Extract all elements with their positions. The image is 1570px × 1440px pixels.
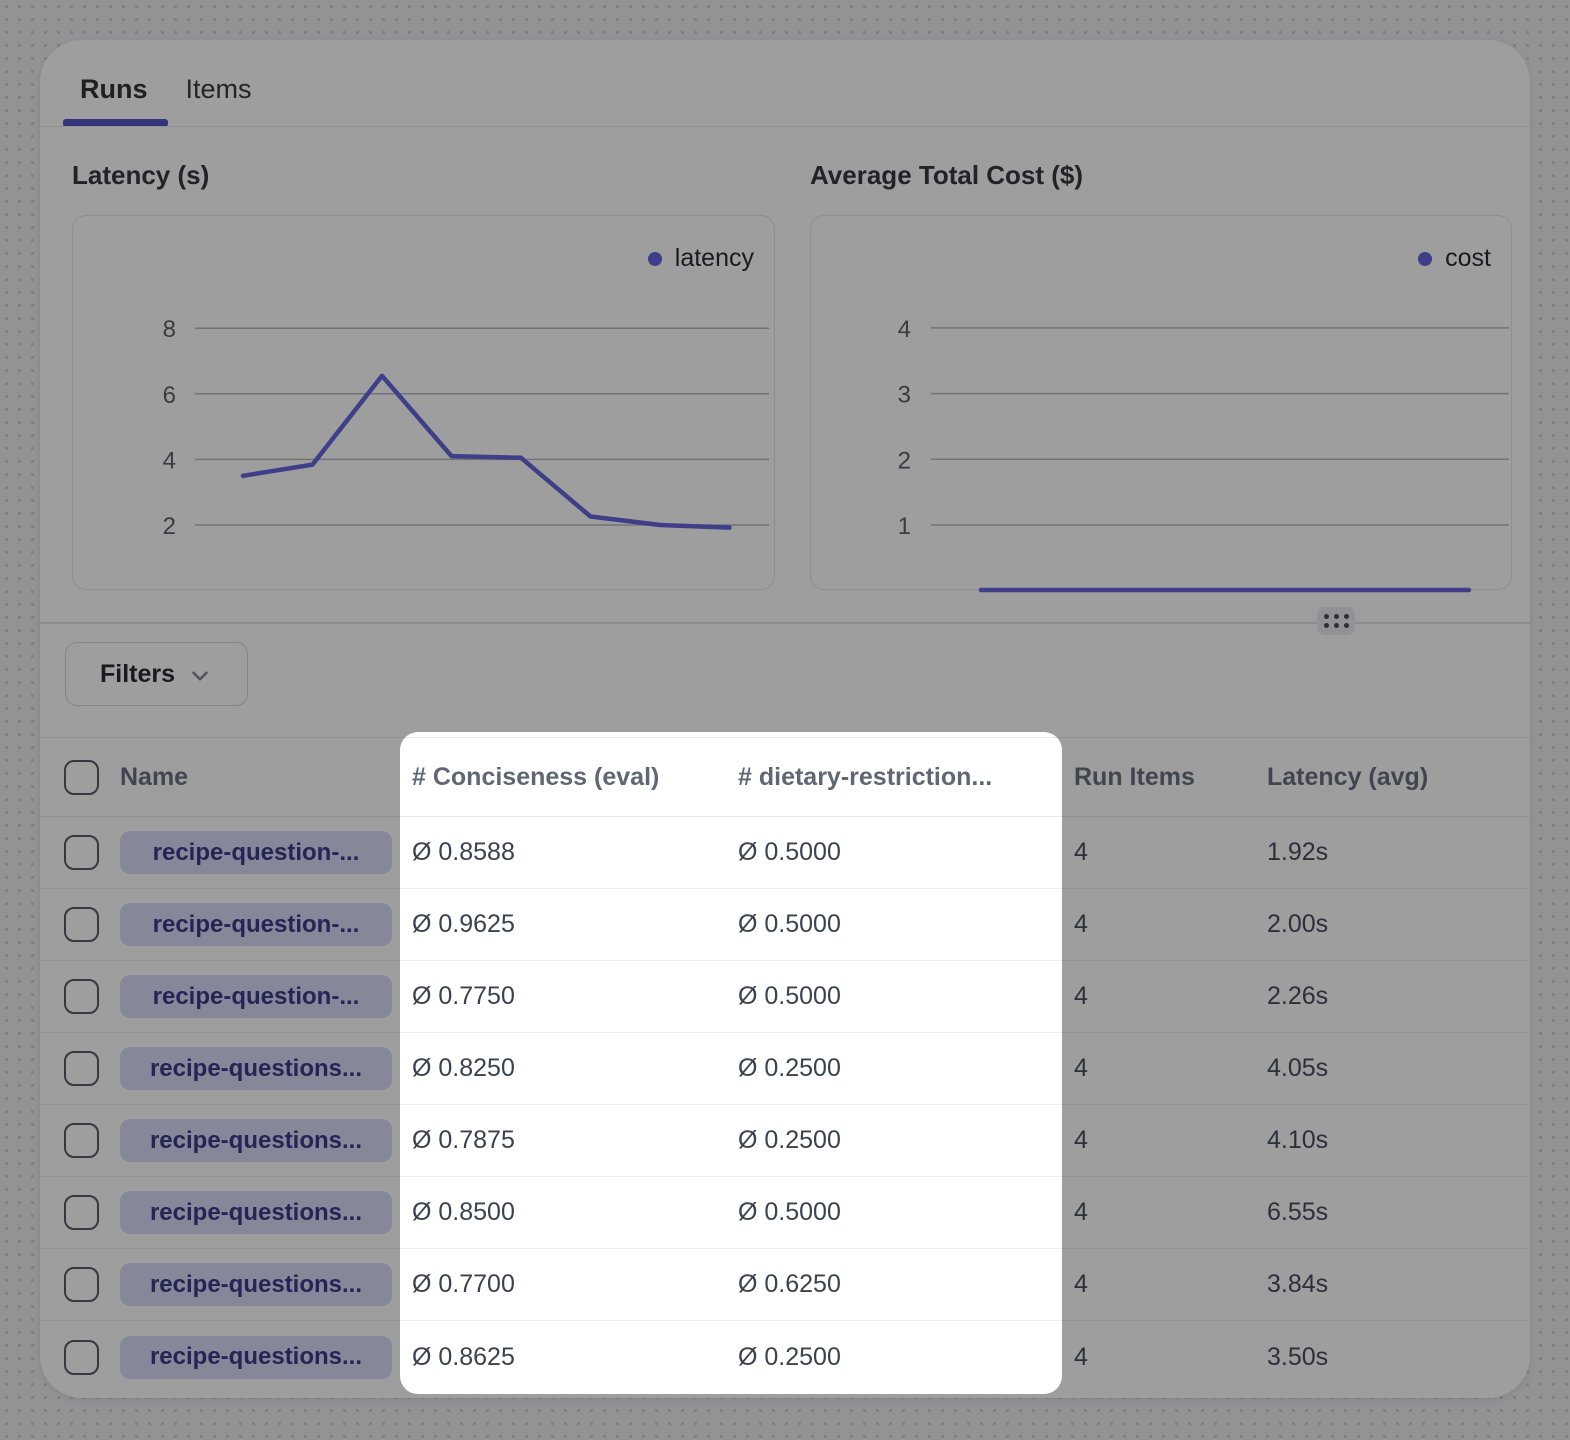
app-card: Runs Items Latency (s) Average Total Cos…	[40, 40, 1530, 1398]
row-checkbox[interactable]	[64, 979, 99, 1014]
resize-handle[interactable]	[1317, 607, 1355, 635]
svg-text:3: 3	[898, 382, 911, 409]
run-name-badge[interactable]: recipe-questions...	[120, 1191, 392, 1234]
dietary-cell: Ø 0.2500	[738, 1343, 1062, 1372]
conciseness-cell: Ø 0.8625	[400, 1343, 738, 1372]
table-row: recipe-questions... Ø 0.7875Ø 0.250044.10…	[40, 1105, 1530, 1177]
run-name-badge[interactable]: recipe-questions...	[120, 1047, 392, 1090]
run-name-badge[interactable]: recipe-questions...	[120, 1119, 392, 1162]
grip-dots-icon	[1324, 614, 1329, 619]
filters-button[interactable]: Filters	[65, 642, 248, 706]
dietary-cell: Ø 0.5000	[738, 910, 1062, 939]
table-row: recipe-questions... Ø 0.8625Ø 0.250043.50…	[40, 1321, 1530, 1393]
latency-cell: 4.05s	[1267, 1054, 1530, 1083]
svg-text:4: 4	[898, 316, 911, 343]
table-body: recipe-question-...Ø 0.8588Ø 0.500041.92…	[40, 817, 1530, 1393]
table-row: recipe-questions... Ø 0.8500Ø 0.500046.55…	[40, 1177, 1530, 1249]
dietary-cell: Ø 0.6250	[738, 1270, 1062, 1299]
table-row: recipe-questions... Ø 0.8250Ø 0.250044.05…	[40, 1033, 1530, 1105]
conciseness-cell: Ø 0.7700	[400, 1270, 738, 1299]
row-checkbox[interactable]	[64, 835, 99, 870]
run-name-badge[interactable]: recipe-question-...	[120, 831, 392, 874]
run-name-badge[interactable]: recipe-question-...	[120, 903, 392, 946]
run-items-cell: 4	[1062, 838, 1267, 867]
svg-text:8: 8	[163, 316, 176, 343]
latency-cell: 6.55s	[1267, 1198, 1530, 1227]
dietary-cell: Ø 0.5000	[738, 838, 1062, 867]
conciseness-cell: Ø 0.7750	[400, 982, 738, 1011]
dietary-cell: Ø 0.2500	[738, 1054, 1062, 1083]
run-items-cell: 4	[1062, 1054, 1267, 1083]
row-checkbox[interactable]	[64, 1195, 99, 1230]
cost-chart-title: Average Total Cost ($)	[810, 160, 1083, 191]
dietary-cell: Ø 0.2500	[738, 1126, 1062, 1155]
tab-items-label: Items	[186, 74, 252, 104]
row-checkbox[interactable]	[64, 1051, 99, 1086]
latency-cell: 3.50s	[1267, 1343, 1530, 1372]
tab-runs[interactable]: Runs	[80, 70, 148, 127]
column-header-latency: Latency (avg)	[1267, 763, 1530, 792]
tab-runs-label: Runs	[80, 74, 148, 104]
latency-legend-label: latency	[675, 244, 754, 273]
run-items-cell: 4	[1062, 1126, 1267, 1155]
run-items-cell: 4	[1062, 910, 1267, 939]
svg-text:1: 1	[898, 513, 911, 540]
latency-cell: 1.92s	[1267, 838, 1530, 867]
tab-bar: Runs Items	[80, 70, 252, 127]
cost-legend: cost	[1418, 244, 1491, 273]
cost-legend-label: cost	[1445, 244, 1491, 273]
latency-legend: latency	[648, 244, 754, 273]
conciseness-cell: Ø 0.7875	[400, 1126, 738, 1155]
run-items-cell: 4	[1062, 1270, 1267, 1299]
column-header-run-items: Run Items	[1062, 763, 1267, 792]
cost-chart: 4 3 2 1 cost	[810, 215, 1512, 590]
column-header-conciseness: # Conciseness (eval)	[400, 763, 738, 792]
filters-button-label: Filters	[100, 660, 175, 689]
table-row: recipe-question-... Ø 0.8588Ø 0.500041.92…	[40, 817, 1530, 889]
svg-text:6: 6	[163, 382, 176, 409]
run-items-cell: 4	[1062, 1198, 1267, 1227]
screenshot-root: Runs Items Latency (s) Average Total Cos…	[0, 0, 1570, 1440]
conciseness-cell: Ø 0.8588	[400, 838, 738, 867]
run-name-badge[interactable]: recipe-questions...	[120, 1336, 392, 1379]
row-checkbox[interactable]	[64, 1123, 99, 1158]
svg-text:2: 2	[163, 513, 176, 540]
row-checkbox[interactable]	[64, 1267, 99, 1302]
cost-legend-dot-icon	[1418, 252, 1432, 266]
runs-table: Name # Conciseness (eval) # dietary-rest…	[40, 737, 1530, 1393]
tab-bar-divider	[40, 126, 1530, 127]
tab-items[interactable]: Items	[186, 70, 252, 127]
latency-chart-title: Latency (s)	[72, 160, 209, 191]
cost-line-chart: 4 3 2 1	[811, 216, 1513, 591]
run-items-cell: 4	[1062, 1343, 1267, 1372]
dietary-cell: Ø 0.5000	[738, 1198, 1062, 1227]
latency-cell: 2.26s	[1267, 982, 1530, 1011]
table-row: recipe-question-... Ø 0.9625Ø 0.500042.00…	[40, 889, 1530, 961]
conciseness-cell: Ø 0.8500	[400, 1198, 738, 1227]
latency-legend-dot-icon	[648, 252, 662, 266]
conciseness-cell: Ø 0.9625	[400, 910, 738, 939]
latency-cell: 2.00s	[1267, 910, 1530, 939]
run-name-badge[interactable]: recipe-questions...	[120, 1263, 392, 1306]
latency-cell: 4.10s	[1267, 1126, 1530, 1155]
select-all-checkbox[interactable]	[64, 760, 99, 795]
conciseness-cell: Ø 0.8250	[400, 1054, 738, 1083]
column-header-dietary: # dietary-restriction...	[738, 763, 1062, 792]
table-header-row: Name # Conciseness (eval) # dietary-rest…	[40, 738, 1530, 817]
row-checkbox[interactable]	[64, 907, 99, 942]
panel-divider	[40, 622, 1530, 624]
latency-cell: 3.84s	[1267, 1270, 1530, 1299]
svg-text:4: 4	[163, 447, 176, 474]
table-row: recipe-questions... Ø 0.7700Ø 0.625043.84…	[40, 1249, 1530, 1321]
chevron-down-icon	[187, 663, 213, 689]
run-items-cell: 4	[1062, 982, 1267, 1011]
dietary-cell: Ø 0.5000	[738, 982, 1062, 1011]
latency-chart: 8 6 4 2 latency	[72, 215, 775, 590]
svg-text:2: 2	[898, 447, 911, 474]
table-row: recipe-question-... Ø 0.7750Ø 0.500042.26…	[40, 961, 1530, 1033]
column-header-name: Name	[120, 763, 400, 792]
row-checkbox[interactable]	[64, 1340, 99, 1375]
run-name-badge[interactable]: recipe-question-...	[120, 975, 392, 1018]
